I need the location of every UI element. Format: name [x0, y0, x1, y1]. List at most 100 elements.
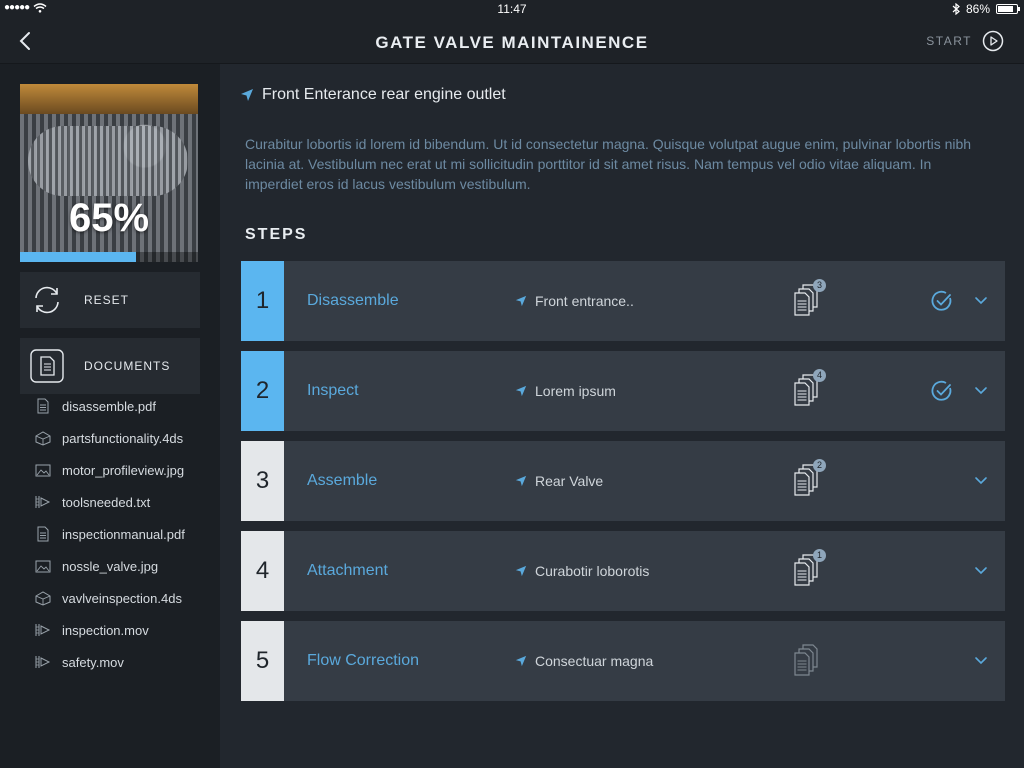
location-arrow-icon — [515, 565, 527, 577]
step-row[interactable]: 1 Disassemble Front entrance.. 3 — [241, 261, 1005, 341]
image-icon — [35, 464, 51, 477]
main-content: Front Enterance rear engine outlet Curab… — [220, 64, 1024, 768]
step-name[interactable]: Inspect — [307, 382, 359, 400]
document-count-badge: 1 — [813, 549, 826, 562]
procedure-description: Curabitur lobortis id lorem id bibendum.… — [245, 136, 972, 192]
document-name: partsfunctionality.4ds — [62, 430, 184, 446]
video-icon — [35, 496, 51, 508]
step-location: Rear Valve — [515, 473, 603, 489]
step-location-label: Rear Valve — [535, 473, 604, 489]
step-row[interactable]: 5 Flow Correction Consectuar magna — [241, 621, 1005, 701]
start-label: START — [926, 34, 972, 48]
document-item[interactable]: partsfunctionality.4ds — [34, 422, 185, 454]
chevron-down-icon[interactable] — [974, 566, 988, 576]
bluetooth-icon — [952, 3, 960, 15]
document-item[interactable]: inspectionmanual.pdf — [34, 518, 185, 550]
document-count-badge: 2 — [813, 459, 826, 472]
procedure-image: 65% — [20, 84, 198, 262]
step-documents-button[interactable]: 2 — [791, 459, 827, 499]
documents-label: DOCUMENTS — [84, 359, 171, 373]
document-item[interactable]: toolsneeded.txt — [34, 486, 185, 518]
step-number: 4 — [241, 531, 284, 611]
document-list: disassemble.pdf partsfunctionality.4ds mot… — [34, 390, 185, 678]
status-time: 11:47 — [497, 2, 527, 16]
battery-level — [998, 6, 1013, 12]
reset-button[interactable]: RESET — [20, 272, 200, 328]
document-item[interactable]: nossle_valve.jpg — [34, 550, 185, 582]
refresh-icon — [35, 286, 59, 314]
documents-button[interactable]: DOCUMENTS — [20, 338, 200, 394]
document-item[interactable]: disassemble.pdf — [34, 390, 185, 422]
location-arrow-icon — [515, 295, 527, 307]
chevron-down-icon[interactable] — [974, 476, 988, 486]
location-arrow-icon — [515, 385, 527, 397]
page-title: GATE VALVE MAINTAINENCE — [375, 33, 649, 52]
step-documents-button[interactable]: 4 — [791, 369, 827, 409]
step-location-label: Front entrance.. — [535, 293, 634, 309]
step-documents-button[interactable] — [791, 643, 827, 679]
battery-percent: 86% — [965, 2, 990, 16]
document-name: nossle_valve.jpg — [62, 558, 159, 574]
document-name: disassemble.pdf — [62, 398, 156, 414]
document-item[interactable]: safety.mov — [34, 646, 185, 678]
progress-bar — [20, 252, 198, 262]
step-name[interactable]: Disassemble — [307, 292, 399, 310]
model-icon — [35, 591, 51, 606]
check-circle-icon — [931, 290, 952, 311]
step-location: Curabotir loborotis — [515, 563, 649, 579]
video-icon — [35, 624, 51, 636]
start-button[interactable]: START — [926, 30, 1004, 52]
document-icon — [37, 398, 49, 414]
document-count-badge: 4 — [813, 369, 826, 382]
step-number: 2 — [241, 351, 284, 431]
hero-background — [20, 84, 198, 114]
step-location-label: Curabotir loborotis — [535, 563, 650, 579]
image-icon — [35, 560, 51, 573]
step-number: 3 — [241, 441, 284, 521]
location-label: Front Enterance rear engine outlet — [262, 86, 506, 103]
step-documents-button[interactable]: 3 — [791, 279, 827, 319]
step-location: Lorem ipsum — [515, 383, 616, 399]
document-name: safety.mov — [62, 654, 124, 670]
step-row[interactable]: 3 Assemble Rear Valve 2 — [241, 441, 1005, 521]
turbine-image — [28, 126, 188, 196]
reset-label: RESET — [84, 293, 130, 307]
step-location: Front entrance.. — [515, 293, 634, 309]
battery-icon — [996, 4, 1020, 14]
step-name[interactable]: Assemble — [307, 472, 377, 490]
chevron-down-icon[interactable] — [974, 656, 988, 666]
document-item[interactable]: vavlveinspection.4ds — [34, 582, 185, 614]
status-bar: ●●●●● 11:47 86% — [0, 0, 1024, 18]
check-circle-icon — [931, 380, 952, 401]
video-icon — [35, 656, 51, 668]
step-row[interactable]: 2 Inspect Lorem ipsum 4 — [241, 351, 1005, 431]
location-arrow-icon — [515, 655, 527, 667]
step-row[interactable]: 4 Attachment Curabotir loborotis 1 — [241, 531, 1005, 611]
progress-bar-fill — [20, 252, 136, 262]
document-name: vavlveinspection.4ds — [62, 590, 182, 606]
document-name: inspection.mov — [62, 622, 149, 638]
document-item[interactable]: inspection.mov — [34, 614, 185, 646]
model-icon — [35, 431, 51, 446]
document-count-badge: 3 — [813, 279, 826, 292]
step-location-label: Consectuar magna — [535, 653, 654, 669]
step-name[interactable]: Attachment — [307, 562, 388, 580]
location-arrow-icon — [515, 475, 527, 487]
location-arrow-icon — [241, 89, 253, 101]
play-circle-icon — [982, 30, 1004, 52]
document-item[interactable]: motor_profileview.jpg — [34, 454, 185, 486]
document-name: inspectionmanual.pdf — [62, 526, 185, 542]
chevron-down-icon[interactable] — [974, 296, 988, 306]
step-number: 1 — [241, 261, 284, 341]
chevron-down-icon[interactable] — [974, 386, 988, 396]
step-documents-button[interactable]: 1 — [791, 549, 827, 589]
document-icon — [37, 526, 49, 542]
progress-percent: 65% — [68, 196, 150, 240]
document-name: motor_profileview.jpg — [62, 462, 185, 478]
step-name[interactable]: Flow Correction — [307, 652, 419, 670]
procedure-location: Front Enterance rear engine outlet — [240, 86, 506, 104]
step-number: 5 — [241, 621, 284, 701]
nav-bar: GATE VALVE MAINTAINENCE START — [0, 18, 1024, 64]
step-location: Consectuar magna — [515, 653, 653, 669]
step-location-label: Lorem ipsum — [535, 383, 616, 399]
